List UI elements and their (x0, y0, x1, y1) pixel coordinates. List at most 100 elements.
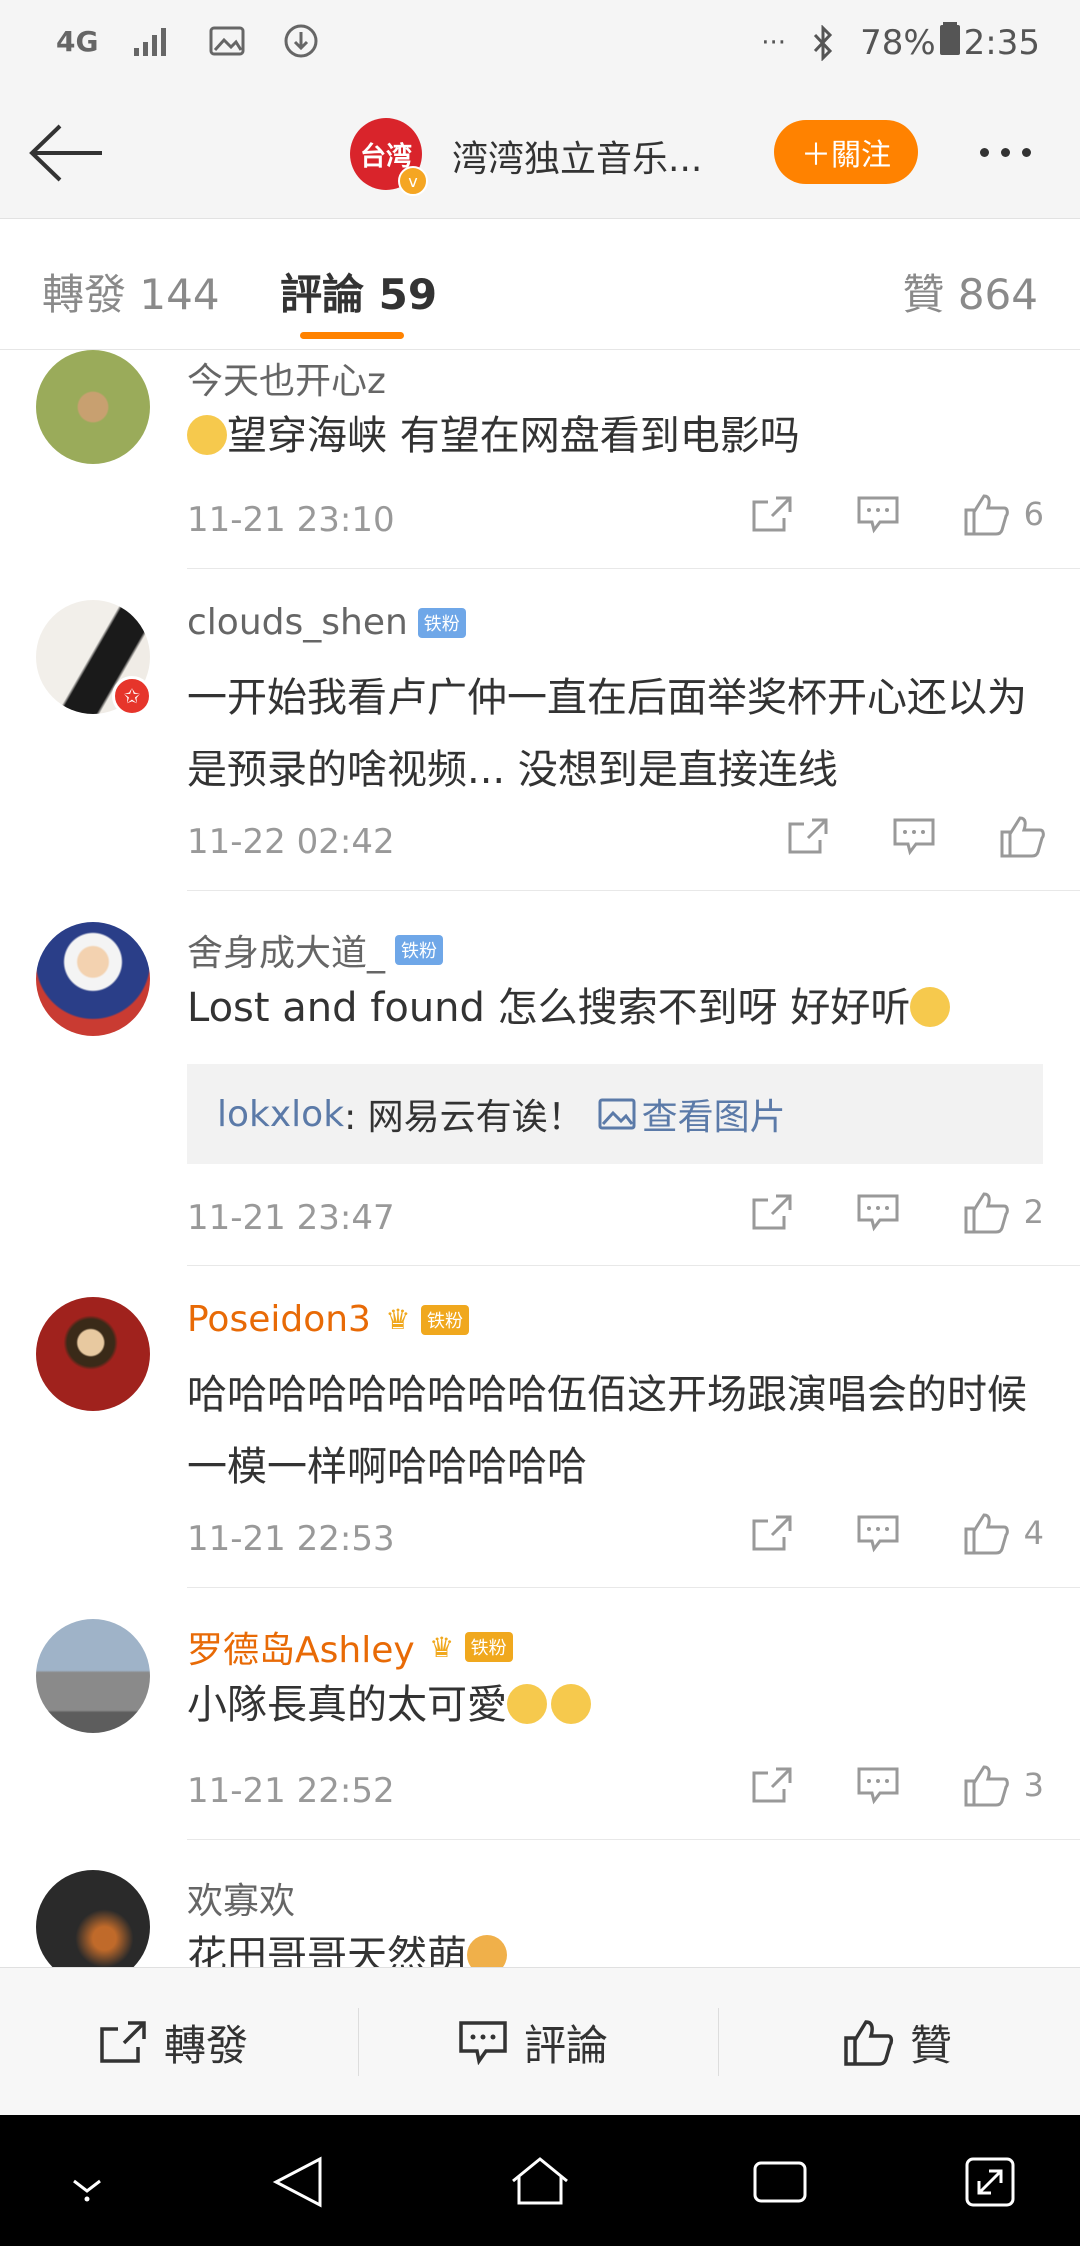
share-icon (752, 496, 792, 532)
thumbs-up-icon (1000, 816, 1045, 858)
thumbs-up-icon (964, 1765, 1009, 1807)
comment-button[interactable]: 評論 (458, 1968, 608, 2116)
comment-username[interactable]: clouds_shen 铁粉 (187, 602, 466, 643)
repost-action[interactable] (786, 816, 830, 856)
comment-icon (857, 1767, 899, 1805)
avatar[interactable] (36, 1297, 150, 1411)
comment-item: 今天也开心z 望穿海峡 有望在网盘看到电影吗 11-21 23:10 6 (0, 350, 1080, 570)
cat-face-emoji (467, 1935, 507, 1967)
avatar[interactable] (36, 1619, 150, 1733)
comment-icon (459, 2021, 507, 2065)
repost-button[interactable]: 轉發 (98, 1968, 248, 2116)
comment-username[interactable]: Poseidon3 ♛ 铁粉 (187, 1299, 469, 1340)
crown-icon: ♛ (429, 1630, 455, 1664)
reply-action[interactable] (856, 1513, 900, 1553)
status-bar: 4G ··· 78% 2:35 (0, 0, 1080, 90)
reply-action[interactable] (856, 494, 900, 534)
tab-comments[interactable]: 評論 59 (280, 261, 437, 322)
network-indicator: 4G (56, 24, 99, 58)
expand-icon[interactable] (955, 2147, 1025, 2217)
share-icon (752, 1194, 792, 1230)
view-image-link[interactable]: 查看图片 (598, 1088, 786, 1140)
back-button[interactable] (26, 118, 106, 188)
like-action[interactable]: 4 (962, 1511, 1044, 1555)
follow-button[interactable]: ＋關注 (774, 120, 918, 184)
comment-text: 哈哈哈哈哈哈哈哈哈伍佰这开场跟演唱会的时候一模一样啊哈哈哈哈哈 (187, 1372, 1027, 1490)
tab-likes[interactable]: 贊 864 (902, 261, 1038, 322)
crying-laughing-emoji (507, 1684, 547, 1724)
comment-icon (893, 818, 935, 856)
reply-action[interactable] (892, 816, 936, 856)
comment-item: 欢寡欢 花田哥哥天然萌 (0, 1870, 1080, 1967)
fan-badge: 铁粉 (420, 1304, 469, 1335)
reply-username[interactable]: lokxlok (217, 1094, 344, 1135)
like-action[interactable] (998, 814, 1046, 858)
clock: 2:35 (963, 22, 1040, 63)
comment-username[interactable]: 今天也开心z (187, 352, 386, 404)
speechless-face-emoji (187, 415, 227, 455)
reply-action[interactable] (856, 1192, 900, 1232)
battery-percent: 78% (860, 22, 936, 63)
comment-item: Poseidon3 ♛ 铁粉 哈哈哈哈哈哈哈哈哈伍佰这开场跟演唱会的时候一模一样啊哈… (0, 1297, 1080, 1589)
system-navigation-bar (0, 2115, 1080, 2246)
comment-text: 望穿海峡 有望在网盘看到电影吗 (187, 400, 1047, 472)
share-icon (752, 1767, 792, 1803)
thumbs-up-icon (964, 1513, 1009, 1555)
battery-icon (939, 20, 960, 65)
reply-action[interactable] (856, 1765, 900, 1805)
thumbs-up-icon (964, 1192, 1009, 1234)
like-action[interactable]: 2 (962, 1190, 1044, 1234)
share-icon (100, 2021, 146, 2063)
blushing-face-emoji (910, 987, 951, 1027)
account-name[interactable]: 湾湾独立音乐... (452, 130, 702, 182)
bottom-action-bar: 轉發 評論 贊 (0, 1967, 1080, 2116)
like-button[interactable]: 贊 (842, 1968, 952, 2116)
comment-text: 一开始我看卢广仲一直在后面举奖杯开心还以为是预录的啥视频... 没想到是直接连线 (187, 675, 1027, 793)
avatar[interactable] (36, 922, 150, 1036)
divider (187, 568, 1080, 569)
tab-reposts[interactable]: 轉發 144 (42, 261, 220, 322)
fan-badge: 铁粉 (464, 1632, 513, 1662)
fan-badge: 铁粉 (395, 935, 444, 965)
bluetooth-icon (804, 24, 842, 62)
hide-keyboard-icon[interactable] (52, 2147, 122, 2217)
top-nav-bar: 台湾 v 湾湾独立音乐... ＋關注 (0, 90, 1080, 219)
like-action[interactable]: 3 (962, 1763, 1044, 1807)
comment-item: ✩ clouds_shen 铁粉 一开始我看卢广仲一直在后面举奖杯开心还以为是预录… (0, 600, 1080, 892)
home-icon[interactable] (505, 2147, 575, 2217)
gallery-icon (208, 22, 246, 60)
share-icon (752, 1515, 792, 1551)
fan-badge: 铁粉 (417, 607, 466, 638)
comment-time: 11-21 23:47 (187, 1198, 395, 1238)
repost-action[interactable] (750, 1513, 794, 1553)
tab-bar: 轉發 144 評論 59 贊 864 (0, 219, 1080, 350)
comment-time: 11-21 22:53 (187, 1519, 395, 1559)
back-nav-icon[interactable] (262, 2147, 332, 2217)
repost-action[interactable] (750, 1765, 794, 1805)
active-tab-indicator (300, 332, 404, 339)
more-options-icon[interactable] (980, 130, 1050, 174)
avatar[interactable] (36, 350, 150, 464)
comment-username[interactable]: 欢寡欢 (187, 1872, 295, 1924)
comment-icon (857, 1515, 899, 1553)
share-icon (788, 818, 828, 854)
comment-time: 11-21 22:52 (187, 1771, 395, 1811)
comment-username[interactable]: 罗德岛Ashley ♛ 铁粉 (187, 1621, 513, 1673)
user-badge-icon: ✩ (112, 676, 152, 716)
back-arrow-icon (29, 124, 102, 182)
separator (358, 2008, 359, 2076)
recent-apps-icon[interactable] (745, 2147, 815, 2217)
repost-action[interactable] (750, 1192, 794, 1232)
reply-preview[interactable]: lokxlok: 网易云有诶！ 查看图片 (187, 1064, 1043, 1164)
verified-icon: v (398, 166, 428, 196)
download-icon (282, 22, 320, 60)
like-action[interactable]: 6 (962, 492, 1044, 536)
reply-text: : 网易云有诶！ (344, 1097, 584, 1138)
avatar[interactable] (36, 1870, 150, 1967)
overflow-indicator: ··· (761, 27, 787, 58)
comment-username[interactable]: 舍身成大道_ 铁粉 (187, 924, 444, 976)
comment-time: 11-22 02:42 (187, 822, 395, 862)
repost-action[interactable] (750, 494, 794, 534)
logo-text: 台湾 (359, 141, 412, 172)
comment-item: 罗德岛Ashley ♛ 铁粉 小隊長真的太可愛 11-21 22:52 3 (0, 1619, 1080, 1841)
